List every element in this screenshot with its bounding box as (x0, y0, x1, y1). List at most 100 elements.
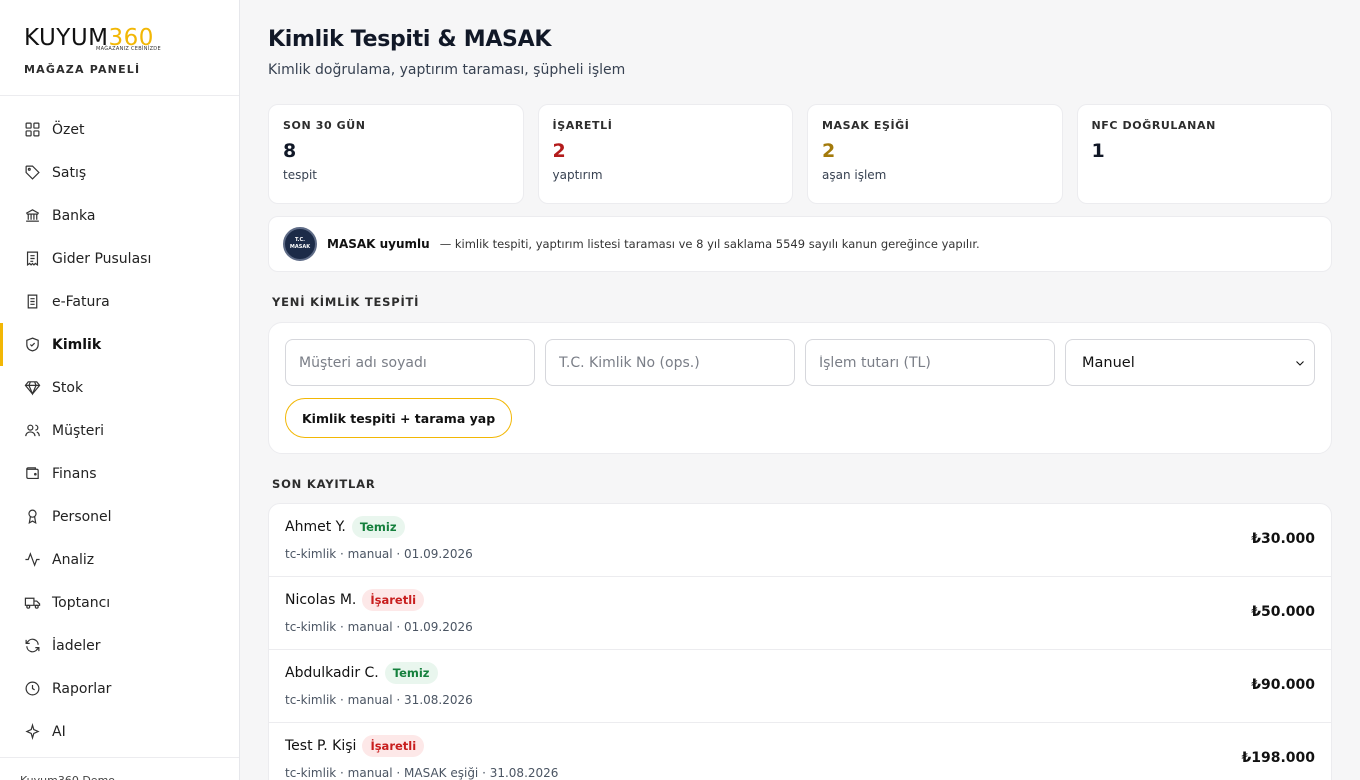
method-select-value: Manuel (1082, 354, 1135, 371)
verification-form: Manuel Kimlik tespiti + tarama yap (268, 322, 1332, 454)
tc-kimlik-input[interactable] (545, 339, 795, 386)
chevron-down-icon (1296, 361, 1304, 366)
record-name: Test P. Kişi (285, 738, 357, 754)
stat-unit: aşan işlem (822, 168, 887, 182)
receipt-icon (26, 251, 39, 267)
verify-and-scan-button[interactable]: Kimlik tespiti + tarama yap (285, 398, 513, 438)
records-list: Ahmet Y. Temiz tc-kimlik · manual · 01.0… (268, 503, 1332, 780)
invoice-icon (27, 294, 38, 309)
sidebar-item-raporlar[interactable]: Raporlar (0, 667, 239, 710)
sidebar-item-iadeler[interactable]: İadeler (0, 624, 239, 667)
stats-row: SON 30 GÜN 8 tespit İŞARETLİ 2 yaptırım … (268, 104, 1332, 204)
record-meta: tc-kimlik · manual · 31.08.2026 (285, 693, 473, 707)
record-header: Abdulkadir C. Temiz (285, 662, 1315, 684)
grid-icon (25, 122, 40, 137)
stat-card-masak-threshold: MASAK EŞİĞİ 2 aşan işlem (807, 104, 1063, 204)
page-subtitle: Kimlik doğrulama, yaptırım taraması, şüp… (268, 62, 626, 78)
stat-label: SON 30 GÜN (283, 119, 366, 132)
stat-unit: yaptırım (552, 168, 603, 182)
stat-value: 8 (283, 140, 297, 162)
sidebar-item-finans[interactable]: Finans (0, 452, 239, 495)
stat-card-last-30-days: SON 30 GÜN 8 tespit (268, 104, 524, 204)
logo[interactable]: KUYUM 360 MAĞAZANIZ CEBİNİZDE (24, 22, 215, 52)
stat-value: 1 (1091, 140, 1105, 162)
record-amount: ₺198.000 (1241, 750, 1315, 766)
badge-icon (28, 509, 37, 525)
record-amount: ₺30.000 (1251, 531, 1315, 547)
sidebar-item-label: Finans (52, 465, 97, 482)
sidebar-nav: Özet Satış Banka Gider Pusulası e-Fatura… (0, 96, 239, 753)
clock-icon (25, 681, 40, 696)
seal-bottom-text: MASAK (289, 244, 311, 250)
users-icon (25, 424, 40, 437)
record-header: Ahmet Y. Temiz (285, 516, 1315, 538)
notice-text: — kimlik tespiti, yaptırım listesi taram… (439, 237, 980, 251)
list-item[interactable]: Ahmet Y. Temiz tc-kimlik · manual · 01.0… (269, 504, 1331, 577)
sidebar-item-musteri[interactable]: Müşteri (0, 409, 239, 452)
stat-card-flagged: İŞARETLİ 2 yaptırım (537, 104, 793, 204)
tag-icon (25, 165, 40, 180)
stat-card-nfc-verified: NFC DOĞRULANAN 1 (1076, 104, 1332, 204)
record-name: Nicolas M. (285, 592, 357, 608)
stat-value: 2 (822, 140, 836, 162)
sidebar-item-label: Toptancı (52, 594, 111, 611)
method-select[interactable]: Manuel (1065, 339, 1315, 386)
page-title: Kimlik Tespiti & MASAK (268, 27, 552, 52)
sidebar-item-label: Gider Pusulası (52, 250, 152, 267)
sidebar-item-toptanci[interactable]: Toptancı (0, 581, 239, 624)
notice-title: MASAK uyumlu (327, 237, 430, 251)
stat-label: MASAK EŞİĞİ (822, 119, 910, 132)
shield-icon (26, 337, 39, 352)
sidebar-item-label: Personel (52, 508, 112, 525)
record-header: Test P. Kişi İşaretli (285, 735, 1315, 757)
sidebar-item-label: AI (52, 723, 66, 740)
wallet-icon (26, 467, 39, 480)
sidebar-footer: Kuyum360 Demo (0, 757, 239, 780)
list-item[interactable]: Test P. Kişi İşaretli tc-kimlik · manual… (269, 723, 1331, 780)
truck-icon (24, 597, 41, 609)
sidebar-item-satis[interactable]: Satış (0, 151, 239, 194)
stat-value: 2 (552, 140, 566, 162)
stat-label: İŞARETLİ (552, 119, 613, 132)
sidebar-item-analiz[interactable]: Analiz (0, 538, 239, 581)
list-item[interactable]: Nicolas M. İşaretli tc-kimlik · manual ·… (269, 577, 1331, 650)
record-header: Nicolas M. İşaretli (285, 589, 1315, 611)
sidebar-item-ai[interactable]: AI (0, 710, 239, 753)
brand: KUYUM 360 MAĞAZANIZ CEBİNİZDE MAĞAZA PANE… (0, 0, 239, 96)
sidebar-item-label: e-Fatura (52, 293, 110, 310)
status-badge: İşaretli (362, 735, 425, 757)
stat-label: NFC DOĞRULANAN (1091, 119, 1216, 132)
sidebar-item-kimlik[interactable]: Kimlik (0, 323, 239, 366)
sidebar-item-ozet[interactable]: Özet (0, 108, 239, 151)
sidebar-item-label: Stok (52, 379, 84, 396)
form-row: Manuel (285, 339, 1315, 386)
logo-tagline: MAĞAZANIZ CEBİNİZDE (96, 46, 161, 52)
section-label-new-verification: YENİ KİMLİK TESPİTİ (272, 295, 420, 309)
panel-label: MAĞAZA PANELİ (24, 63, 141, 76)
amount-input[interactable] (805, 339, 1055, 386)
masak-seal-icon: T.C. MASAK (283, 227, 317, 261)
sidebar-item-gider-pusulasi[interactable]: Gider Pusulası (0, 237, 239, 280)
bank-icon (25, 209, 40, 222)
sidebar-item-label: Satış (52, 164, 87, 181)
masak-notice: T.C. MASAK MASAK uyumlu — kimlik tespiti… (268, 216, 1332, 272)
main-content: Kimlik Tespiti & MASAK Kimlik doğrulama,… (240, 0, 1360, 780)
list-item[interactable]: Abdulkadir C. Temiz tc-kimlik · manual ·… (269, 650, 1331, 723)
record-amount: ₺90.000 (1251, 677, 1315, 693)
sidebar-item-e-fatura[interactable]: e-Fatura (0, 280, 239, 323)
seal-top-text: T.C. (294, 237, 306, 243)
record-name: Abdulkadir C. (285, 665, 379, 681)
sidebar-item-banka[interactable]: Banka (0, 194, 239, 237)
refresh-icon (25, 638, 40, 653)
customer-name-input[interactable] (285, 339, 535, 386)
sidebar-item-label: Banka (52, 207, 96, 224)
sidebar-item-label: Müşteri (52, 422, 104, 439)
sparkle-icon (25, 723, 40, 740)
sidebar-item-label: Raporlar (52, 680, 112, 697)
sidebar-item-label: Kimlik (52, 336, 102, 353)
sidebar-item-stok[interactable]: Stok (0, 366, 239, 409)
sidebar: KUYUM 360 MAĞAZANIZ CEBİNİZDE MAĞAZA PANE… (0, 0, 240, 780)
record-amount: ₺50.000 (1251, 604, 1315, 620)
sidebar-item-personel[interactable]: Personel (0, 495, 239, 538)
record-meta: tc-kimlik · manual · MASAK eşiği · 31.08… (285, 766, 559, 780)
